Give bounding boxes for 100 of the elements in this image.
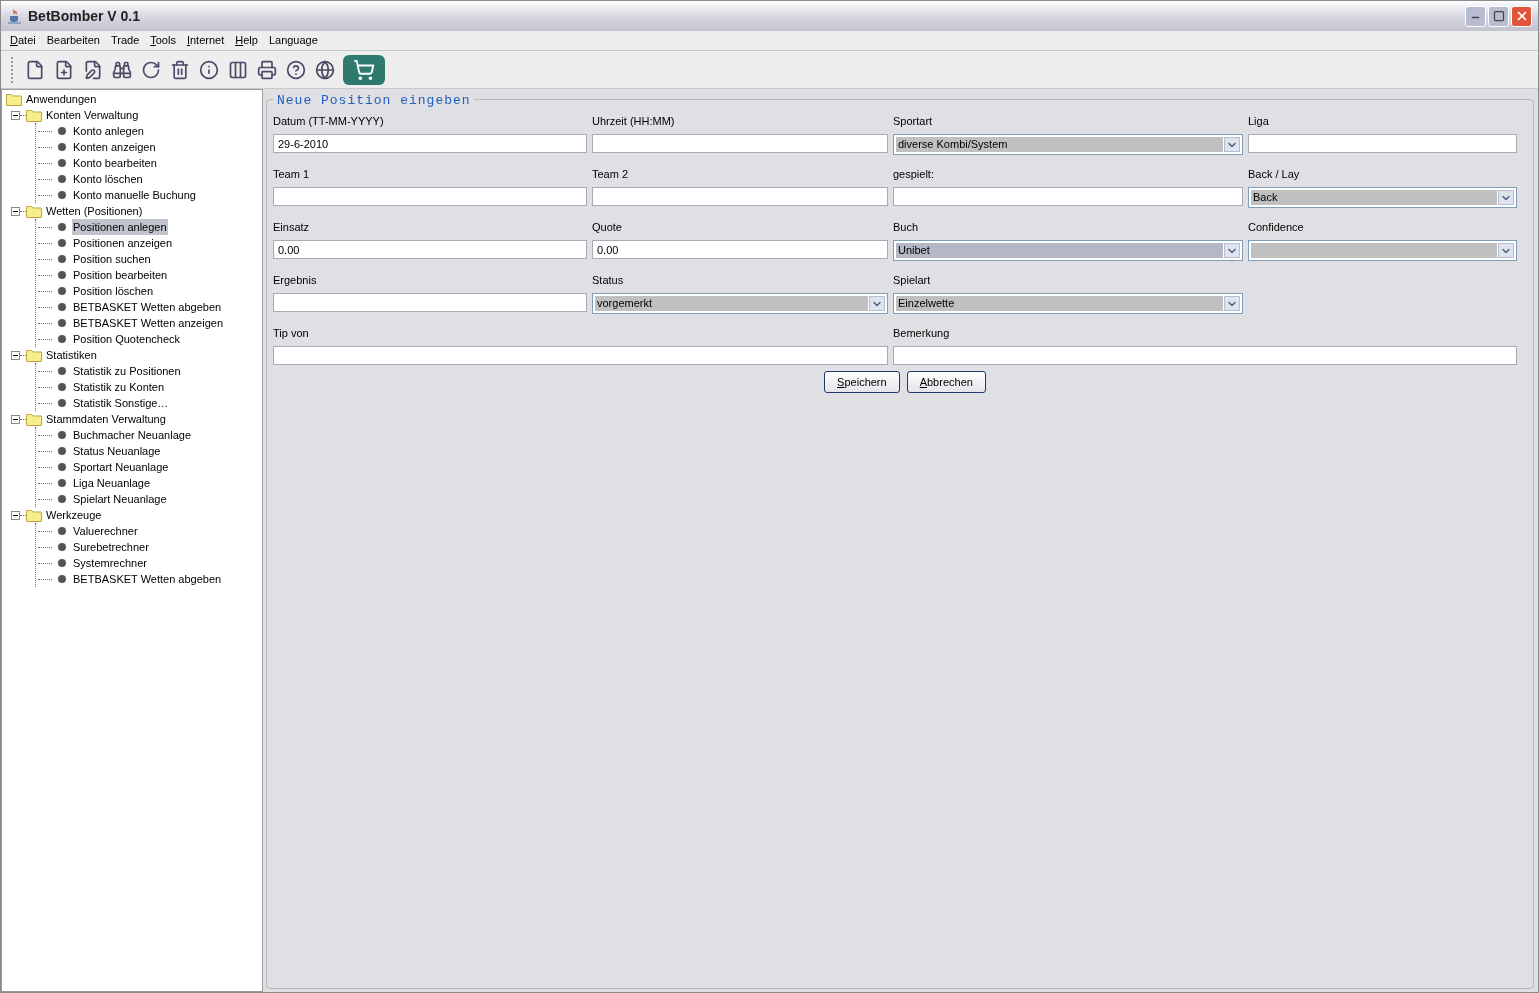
bullet-icon — [58, 271, 66, 279]
text-field[interactable]: 0.00 — [592, 240, 888, 259]
printer-icon — [257, 59, 277, 80]
tree-item[interactable]: Position löschen — [72, 283, 155, 299]
tree-item[interactable]: Statistik Sonstige… — [72, 395, 170, 411]
tree-item[interactable]: Position suchen — [72, 251, 152, 267]
field-label: Team 2 — [592, 167, 630, 182]
menu-item[interactable]: Bearbeiten — [46, 32, 100, 49]
tree-item[interactable]: Surebetrechner — [72, 539, 150, 555]
tree-item[interactable]: Statistik zu Konten — [72, 379, 166, 395]
tree-item[interactable]: Systemrechner — [72, 555, 148, 571]
bullet-icon — [58, 223, 66, 231]
bullet-icon — [58, 159, 66, 167]
tree-item[interactable]: Position bearbeiten — [72, 267, 169, 283]
tree-item[interactable]: Konto anlegen — [72, 123, 145, 139]
bullet-icon — [58, 463, 66, 471]
menu-item[interactable]: Internet — [186, 32, 225, 49]
dropdown[interactable]: vorgemerkt — [592, 293, 888, 314]
text-field[interactable] — [893, 187, 1243, 206]
tree-item[interactable]: Konten anzeigen — [72, 139, 157, 155]
bullet-icon — [58, 127, 66, 135]
bullet-icon — [58, 543, 66, 551]
tree-item[interactable]: BETBASKET Wetten abgeben — [72, 299, 223, 315]
tree-item[interactable]: Sportart Neuanlage — [72, 459, 170, 475]
help-icon — [286, 59, 306, 80]
collapse-icon[interactable] — [11, 414, 20, 424]
tree-item[interactable]: Valuerechner — [72, 523, 139, 539]
tree-item[interactable]: Liga Neuanlage — [72, 475, 152, 491]
bullet-icon — [58, 335, 66, 343]
field-label: Uhrzeit (HH:MM) — [592, 114, 676, 129]
dropdown[interactable]: diverse Kombi/System — [893, 134, 1243, 155]
refresh-icon — [141, 59, 161, 80]
dropdown[interactable]: Einzelwette — [893, 293, 1243, 314]
tree-item[interactable]: Status Neuanlage — [72, 443, 162, 459]
field-label: Tip von — [273, 326, 310, 341]
collapse-icon[interactable] — [11, 350, 20, 360]
text-field[interactable] — [592, 187, 888, 206]
field-label: Status — [592, 273, 625, 288]
bullet-icon — [58, 367, 66, 375]
tree-folder[interactable]: Statistiken — [46, 346, 97, 364]
cart-button[interactable] — [343, 54, 385, 85]
tree-item[interactable]: BETBASKET Wetten abgeben — [72, 571, 223, 587]
folder-icon — [26, 108, 42, 122]
menu-item[interactable]: Language — [268, 32, 318, 49]
tree-item[interactable]: Spielart Neuanlage — [72, 491, 168, 507]
tree-item[interactable]: Statistik zu Positionen — [72, 363, 182, 379]
field-label: Liga — [1248, 114, 1270, 129]
menu-item[interactable]: Datei — [10, 32, 36, 49]
bullet-icon — [58, 447, 66, 455]
text-field[interactable] — [273, 293, 587, 312]
text-field[interactable] — [893, 346, 1517, 365]
tree-item[interactable]: Position Quotencheck — [72, 331, 181, 347]
tree-item[interactable]: Konto manuelle Buchung — [72, 187, 197, 203]
form-button[interactable]: Abbrechen — [906, 371, 986, 393]
text-field[interactable]: 0.00 — [273, 240, 587, 259]
text-field[interactable]: 29-6-2010 — [273, 134, 587, 153]
menu-item[interactable]: Trade — [110, 32, 140, 49]
columns-icon — [228, 59, 248, 80]
tree-folder[interactable]: Stammdaten Verwaltung — [46, 410, 166, 428]
field-label: Buch — [893, 220, 920, 235]
text-field[interactable] — [273, 346, 888, 365]
bullet-icon — [58, 479, 66, 487]
collapse-icon[interactable] — [11, 510, 20, 520]
close-button[interactable] — [1511, 5, 1532, 27]
tree-folder[interactable]: Wetten (Positionen) — [46, 202, 143, 220]
bullet-icon — [58, 399, 66, 407]
menu-item[interactable]: Tools — [150, 32, 176, 49]
field-label: Ergebnis — [273, 273, 318, 288]
folder-icon — [26, 204, 42, 218]
tree-item[interactable]: Konto bearbeiten — [72, 155, 158, 171]
tree-item[interactable]: Positionen anzeigen — [72, 235, 174, 251]
bullet-icon — [58, 143, 66, 151]
text-field[interactable] — [592, 134, 888, 153]
bullet-icon — [58, 303, 66, 311]
tree-item[interactable]: BETBASKET Wetten anzeigen — [72, 315, 224, 331]
tree-item[interactable]: Positionen anlegen — [72, 219, 168, 235]
tree-item[interactable]: Konto löschen — [72, 171, 144, 187]
tree-folder[interactable]: Konten Verwaltung — [46, 106, 139, 124]
dropdown[interactable]: Unibet — [893, 240, 1243, 261]
menu-item[interactable]: Help — [235, 32, 258, 49]
bullet-icon — [58, 239, 66, 247]
folder-icon — [26, 412, 42, 426]
field-label: Quote — [592, 220, 623, 235]
bullet-icon — [58, 495, 66, 503]
bullet-icon — [58, 383, 66, 391]
text-field[interactable] — [273, 187, 587, 206]
collapse-icon[interactable] — [11, 110, 20, 120]
bullet-icon — [58, 287, 66, 295]
maximize-button[interactable] — [1488, 5, 1509, 27]
form-button[interactable]: Speichern — [824, 371, 900, 393]
field-label: Sportart — [893, 114, 934, 129]
folder-icon — [26, 508, 42, 522]
bullet-icon — [58, 191, 66, 199]
tree-item[interactable]: Buchmacher Neuanlage — [72, 427, 193, 443]
text-field[interactable] — [1248, 134, 1517, 153]
collapse-icon[interactable] — [11, 206, 20, 216]
dropdown[interactable]: Back — [1248, 187, 1517, 208]
tree-root[interactable]: Anwendungen — [26, 90, 97, 108]
dropdown[interactable] — [1248, 240, 1517, 261]
tree-folder[interactable]: Werkzeuge — [46, 506, 102, 524]
